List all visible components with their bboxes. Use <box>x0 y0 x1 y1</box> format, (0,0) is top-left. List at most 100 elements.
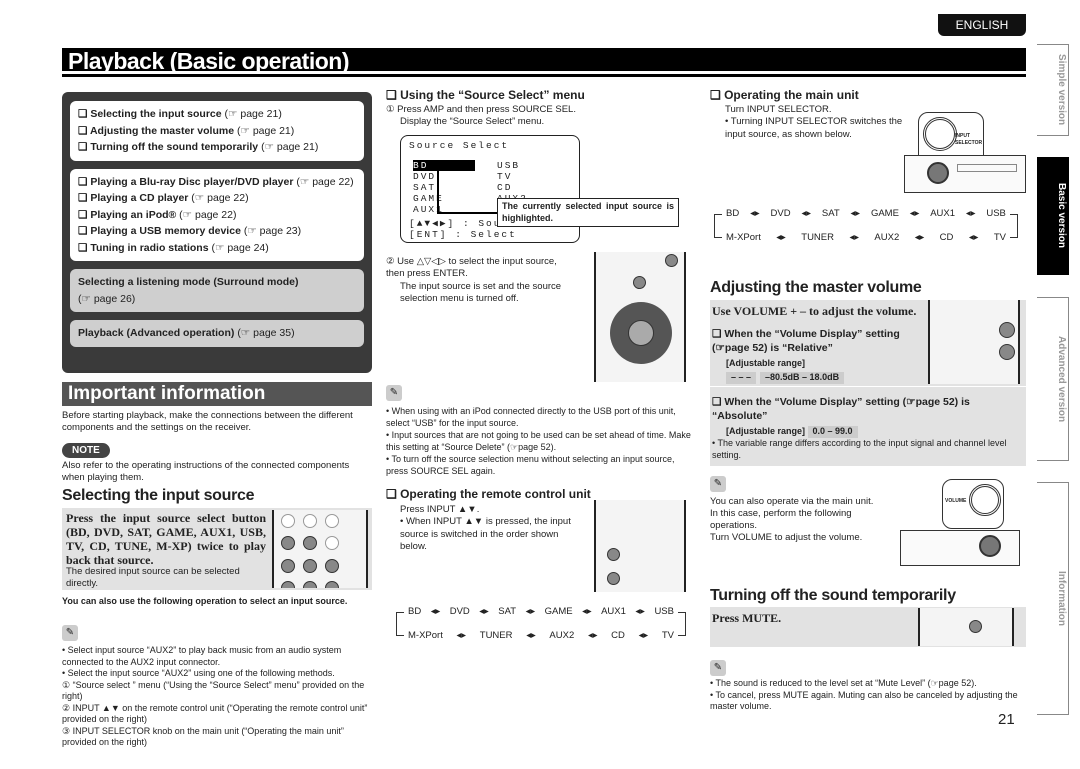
flow-source: USB <box>986 208 1006 219</box>
note-item: Select input source “AUX2” to play back … <box>62 645 342 667</box>
toc-label: Selecting a listening mode (Surround mod… <box>78 276 299 288</box>
input-order-diagram: BD ◂▸ DVD ◂▸ SAT ◂▸ GAME ◂▸ AUX1 ◂▸ USB M-XPort ◂▸ TU… <box>396 602 686 646</box>
flow-source: AUX2 <box>549 630 575 641</box>
toc-label: Adjusting the master volume <box>89 124 235 137</box>
main-unit-title: ❑ Operating the main unit <box>710 88 859 102</box>
language-tab: ENGLISH <box>938 14 1026 36</box>
toc-group-1: ❑ Selecting the input source (☞ page 21)… <box>70 101 364 161</box>
volume-main-unit-note: You can also operate via the main unit. … <box>710 496 890 544</box>
double-arrow-icon: ◂▸ <box>430 606 441 617</box>
toc-item[interactable]: ❑ Playing a Blu-ray Disc player/DVD play… <box>78 174 356 191</box>
double-arrow-icon: ◂▸ <box>849 232 859 243</box>
double-arrow-icon: ◂▸ <box>914 232 925 243</box>
remote-button-z2 <box>325 514 339 528</box>
double-arrow-icon: ◂▸ <box>850 208 861 219</box>
flow-bracket <box>714 214 722 238</box>
double-arrow-icon: ◂▸ <box>776 232 786 243</box>
remote-mute-illustration <box>918 608 1014 646</box>
menu-option: TV <box>497 171 513 182</box>
toc-item[interactable]: ❑ Playing an iPod® (☞ page 22) <box>78 207 356 224</box>
flow-source: TV <box>661 630 674 641</box>
receiver-illustration <box>904 155 1026 193</box>
relative-heading: ❑ When the “Volume Display” setting (☞pa… <box>712 328 900 354</box>
flow-source: TUNER <box>801 232 834 243</box>
toc-page-number: page 23 <box>259 225 298 237</box>
remote-button-usb <box>281 581 295 588</box>
range-value: –80.5dB – 18.0dB <box>760 372 845 384</box>
range-value: 0.0 – 99.0 <box>807 426 858 438</box>
remote-volume-illustration <box>928 300 1020 384</box>
arrow-line <box>437 212 497 214</box>
range-label: [Adjustable range] <box>726 426 806 436</box>
toc-item[interactable]: ❑ Adjusting the master volume (☞ page 21… <box>78 123 356 140</box>
method-item: ③ INPUT SELECTOR knob on the main unit (… <box>62 725 344 748</box>
remote-illustration <box>272 510 368 588</box>
mute-notes: • The sound is reduced to the level set … <box>710 678 1018 711</box>
menu-option: SAT <box>413 182 437 193</box>
remote-button-dvd <box>303 536 317 551</box>
flow-bracket <box>1010 214 1018 238</box>
flow-source: M-XPort <box>726 232 761 243</box>
knob-label: VOLUME <box>945 498 967 504</box>
flow-source: AUX1 <box>930 208 956 219</box>
toc-surround[interactable]: Selecting a listening mode (Surround mod… <box>70 269 364 312</box>
toc-label: Playing an iPod® <box>90 208 177 221</box>
flow-source: CD <box>939 232 954 243</box>
side-tab-basic[interactable]: Basic version <box>1037 157 1069 275</box>
toc-label: Selecting the input source <box>90 108 222 120</box>
toc-panel: ❑ Selecting the input source (☞ page 21)… <box>62 92 372 373</box>
source-select-step1: ① Press AMP and then press SOURCE SEL. D… <box>386 104 686 129</box>
toc-page: (☞ page 23) <box>240 225 302 237</box>
flow-source: AUX2 <box>874 232 900 243</box>
menu-column: BD DVD SAT GAME AUX1 <box>413 160 475 215</box>
checkbox-icon: ❑ <box>78 175 91 188</box>
note-item: The sound is reduced to the level set at… <box>715 678 977 688</box>
menu-footer: [ENT] : Select <box>409 229 517 240</box>
double-arrow-icon: ◂▸ <box>909 208 920 219</box>
flow-source: AUX1 <box>601 606 626 617</box>
double-arrow-icon: ◂▸ <box>479 606 489 617</box>
menu-title: Source Select <box>409 140 510 151</box>
remote-input-illustration <box>594 500 686 592</box>
toc-label: Playback (Advanced operation) <box>78 327 235 339</box>
method-item: ① “Source select ” menu (“Using the “Sou… <box>62 679 365 702</box>
toc-page: (☞ page 21) <box>234 124 295 137</box>
turn-text: Turn INPUT SELECTOR. <box>725 104 832 115</box>
arrow-line <box>437 164 439 214</box>
toc-label: Tuning in radio stations <box>90 241 209 254</box>
desc-text: When INPUT ▲▼ is pressed, the input sour… <box>400 516 571 553</box>
flow-source: BD <box>408 606 422 617</box>
toc-advanced[interactable]: Playback (Advanced operation) (☞ page 35… <box>70 320 364 347</box>
page-title-bar: Playback (Basic operation) <box>62 48 1026 74</box>
toc-item[interactable]: ❑ Playing a USB memory device (☞ page 23… <box>78 223 356 240</box>
remote-button-game <box>303 558 317 573</box>
flow-source: USB <box>654 606 674 617</box>
note-text: Also refer to the operating instructions… <box>62 459 350 484</box>
toc-page: page 26 <box>93 292 132 305</box>
flow-row: BD ◂▸ DVD ◂▸ SAT ◂▸ GAME ◂▸ AUX1 ◂▸ USB <box>726 208 1006 220</box>
toc-page: (☞ page 21) <box>258 141 319 153</box>
desc-text: Turning INPUT SELECTOR switches the inpu… <box>725 116 903 140</box>
step-text: Display the “Source Select” menu. <box>400 116 545 128</box>
toc-item[interactable]: ❑ Turning off the sound temporarily (☞ p… <box>78 139 356 156</box>
remote-button-bd <box>281 536 295 551</box>
toc-page-number: page 22 <box>207 192 246 204</box>
toc-item[interactable]: ❑ Playing a CD player (☞ page 22) <box>78 190 356 207</box>
toc-item[interactable]: ❑ Tuning in radio stations (☞ page 24) <box>78 240 356 257</box>
toc-item[interactable]: ❑ Selecting the input source (☞ page 21) <box>78 106 356 123</box>
step-text: ① Press AMP and then press SOURCE SEL. <box>386 104 576 115</box>
flow-source: TUNER <box>479 630 513 641</box>
page-number: 21 <box>998 711 1015 728</box>
absolute-heading: ❑ When the “Volume Display” setting (☞pa… <box>712 396 970 422</box>
receiver-illustration <box>900 530 1020 566</box>
volume-note: The variable range differs according to … <box>712 438 1007 460</box>
flow-source: SAT <box>498 606 517 617</box>
remote-button-cd <box>325 581 339 588</box>
remote-op-title: ❑ Operating the remote control unit <box>386 487 591 501</box>
side-tab-simple[interactable]: Simple version <box>1037 44 1069 136</box>
side-tab-information[interactable]: Information <box>1037 482 1069 715</box>
flow-source: M-XPort <box>408 630 443 641</box>
side-tab-advanced[interactable]: Advanced version <box>1037 297 1069 461</box>
toc-label: Turning off the sound temporarily <box>90 141 259 153</box>
volume-box: Use VOLUME + – to adjust the volume. ❑ W… <box>710 300 1026 466</box>
